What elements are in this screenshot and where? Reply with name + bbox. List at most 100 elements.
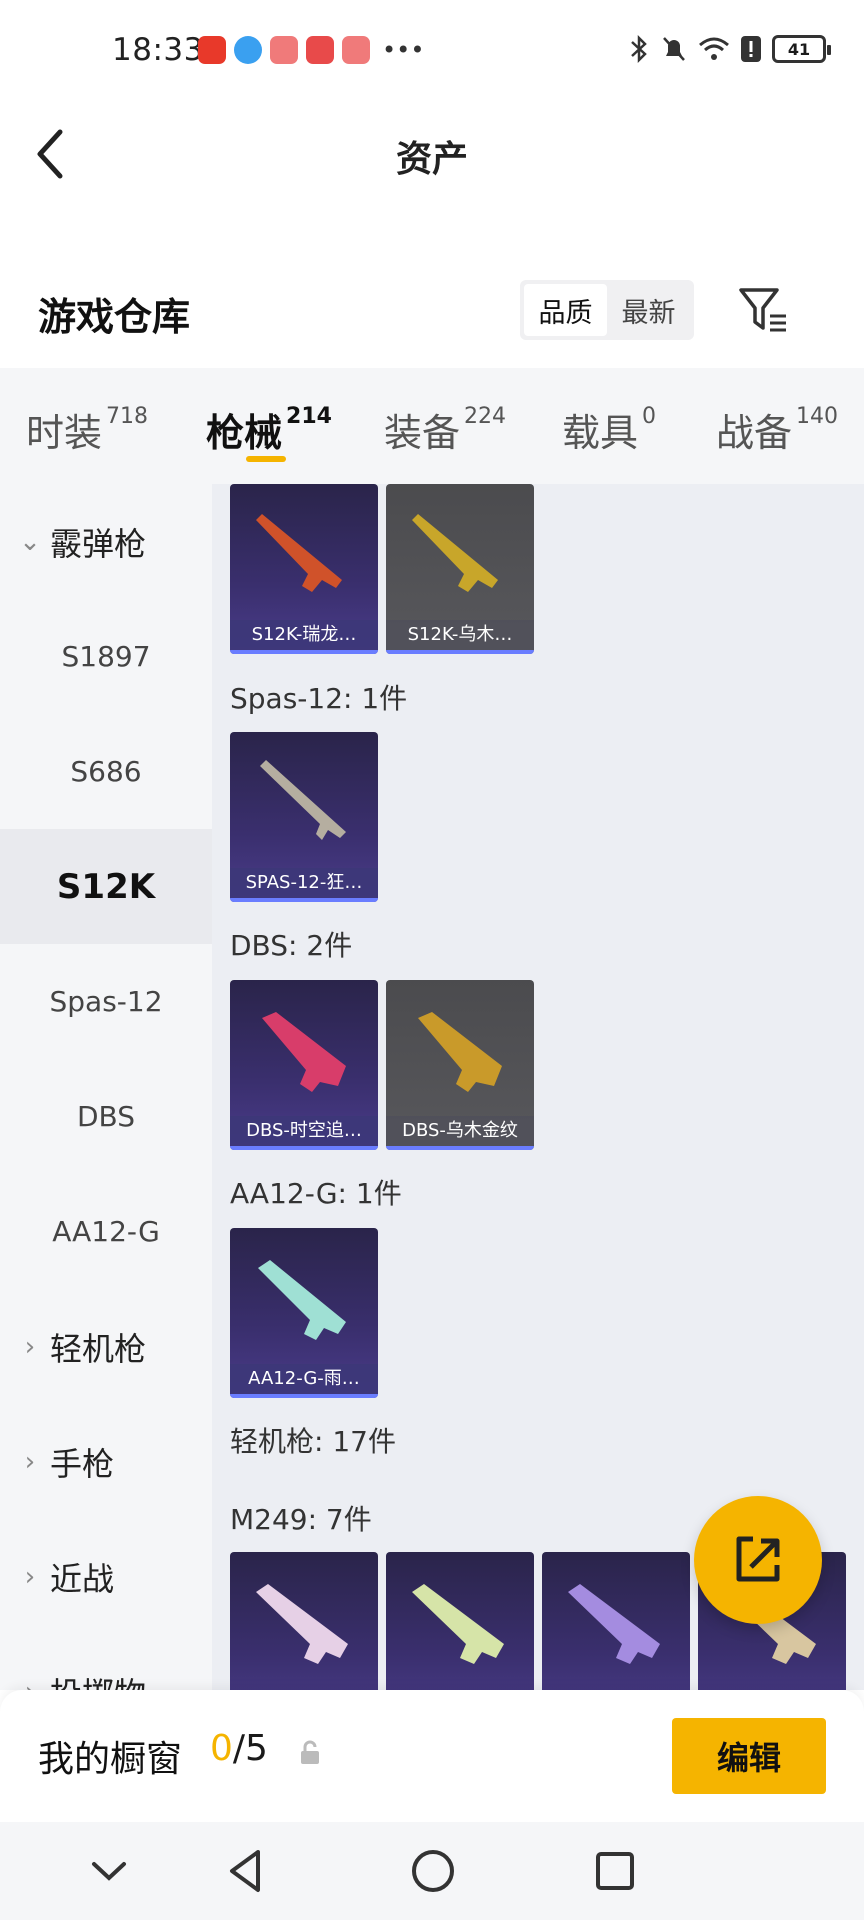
tab-supplies[interactable]: 战备 140 bbox=[716, 402, 838, 457]
tab-equipment[interactable]: 装备 224 bbox=[384, 402, 506, 457]
skin-card[interactable]: DBS-时空追… bbox=[230, 980, 378, 1150]
square-recents-icon bbox=[596, 1852, 634, 1890]
more-notifications-icon: ••• bbox=[382, 36, 425, 64]
filter-button[interactable] bbox=[738, 286, 790, 336]
skin-card[interactable]: DBS-乌木金纹 bbox=[386, 980, 534, 1150]
bluetooth-icon bbox=[631, 34, 647, 64]
huawei-app-icon bbox=[198, 36, 226, 64]
nav-recents-button[interactable] bbox=[590, 1846, 640, 1896]
chevron-right-icon: › bbox=[24, 1331, 36, 1362]
group-label: DBS: 2件 bbox=[230, 929, 353, 962]
sidebar-item-s686[interactable]: S686 bbox=[0, 714, 212, 829]
edit-button[interactable]: 编辑 bbox=[672, 1718, 826, 1794]
tab-label: 枪械 bbox=[206, 411, 283, 455]
skin-card[interactable]: AA12-G-雨… bbox=[230, 1228, 378, 1398]
sidebar-item-lmg[interactable]: › 轻机枪 bbox=[0, 1289, 212, 1404]
tab-label: 战备 bbox=[716, 411, 793, 455]
showcase-panel: 我的橱窗 0/5 编辑 bbox=[0, 1690, 864, 1822]
sidebar-item-dbs[interactable]: DBS bbox=[0, 1059, 212, 1174]
chevron-right-icon: › bbox=[24, 1561, 36, 1592]
tab-firearms[interactable]: 枪械 214 bbox=[206, 402, 332, 457]
sidebar-item-label: AA12-G bbox=[52, 1215, 160, 1248]
sidebar-item-label: S686 bbox=[70, 755, 142, 788]
skin-card[interactable]: S12K-瑞龙… bbox=[230, 484, 378, 654]
sidebar-item-aa12g[interactable]: AA12-G bbox=[0, 1174, 212, 1289]
rarity-bar bbox=[230, 898, 378, 902]
sidebar-item-label: 近战 bbox=[50, 1559, 115, 1598]
nav-back-button[interactable] bbox=[222, 1846, 272, 1896]
showcase-current: 0 bbox=[210, 1728, 233, 1769]
machine-gun-icon bbox=[412, 1584, 504, 1664]
douyin-app-icon-2 bbox=[342, 36, 370, 64]
chevron-down-icon bbox=[92, 1862, 126, 1881]
group-label: Spas-12: 1件 bbox=[230, 682, 408, 715]
group-label: M249: 7件 bbox=[230, 1503, 372, 1536]
sidebar-item-spas12[interactable]: Spas-12 bbox=[0, 944, 212, 1059]
shotgun-icon bbox=[260, 760, 346, 840]
tab-fashion[interactable]: 时装 718 bbox=[26, 402, 148, 457]
rarity-bar bbox=[386, 650, 534, 654]
active-tab-indicator bbox=[246, 456, 286, 462]
sidebar-item-melee[interactable]: › 近战 bbox=[0, 1519, 212, 1634]
skin-card[interactable] bbox=[230, 1552, 378, 1690]
tab-count: 718 bbox=[106, 404, 149, 429]
sort-quality-button[interactable]: 品质 bbox=[524, 284, 607, 336]
skin-name: S12K-瑞龙… bbox=[230, 620, 378, 650]
battery-indicator: 41 bbox=[772, 35, 831, 63]
sidebar-item-label: 霰弹枪 bbox=[50, 524, 147, 563]
skin-card[interactable]: S12K-乌木… bbox=[386, 484, 534, 654]
triangle-back-icon bbox=[230, 1850, 260, 1892]
sidebar-item-label: Spas-12 bbox=[49, 985, 163, 1018]
share-button[interactable] bbox=[694, 1496, 822, 1624]
machine-gun-icon bbox=[256, 1584, 348, 1664]
rarity-bar bbox=[230, 1394, 378, 1398]
system-navigation-bar bbox=[0, 1822, 864, 1920]
sidebar-item-label: 轻机枪 bbox=[50, 1329, 147, 1368]
sidebar-item-pistol[interactable]: › 手枪 bbox=[0, 1404, 212, 1519]
shotgun-icon bbox=[262, 1012, 346, 1092]
skin-card[interactable]: SPAS-12-狂… bbox=[230, 732, 378, 902]
tab-count: 0 bbox=[642, 404, 657, 429]
douyin-app-icon bbox=[270, 36, 298, 64]
skin-card[interactable] bbox=[542, 1552, 690, 1690]
sidebar-item-shotgun[interactable]: ⌄ 霰弹枪 bbox=[0, 484, 212, 599]
circle-home-icon bbox=[412, 1850, 454, 1892]
nav-collapse-button[interactable] bbox=[84, 1846, 134, 1896]
sidebar-item-label: 投掷物 bbox=[50, 1669, 146, 1691]
tab-count: 214 bbox=[286, 404, 332, 429]
wifi-icon bbox=[699, 37, 729, 60]
browser-app-icon bbox=[234, 36, 262, 64]
share-icon bbox=[736, 1536, 780, 1582]
category-tabs: 时装 718 枪械 214 装备 224 载具 0 战备 140 bbox=[0, 368, 864, 484]
skin-name: DBS-时空追… bbox=[230, 1116, 378, 1146]
chevron-down-icon: ⌄ bbox=[19, 526, 41, 557]
nav-home-button[interactable] bbox=[408, 1846, 458, 1896]
rarity-bar bbox=[386, 1146, 534, 1150]
group-label: AA12-G: 1件 bbox=[230, 1177, 402, 1210]
shotgun-icon bbox=[258, 1260, 346, 1340]
chevron-right-icon: › bbox=[18, 1677, 42, 1691]
showcase-total: /5 bbox=[232, 1728, 268, 1769]
sidebar-item-label: DBS bbox=[76, 1100, 136, 1133]
chevron-right-icon: › bbox=[24, 1446, 36, 1477]
tab-vehicles[interactable]: 载具 0 bbox=[562, 402, 656, 457]
machine-gun-icon bbox=[568, 1584, 660, 1664]
status-time: 18:33 bbox=[112, 32, 204, 68]
tab-count: 140 bbox=[796, 404, 839, 429]
tab-label: 时装 bbox=[26, 411, 103, 455]
sidebar-item-throwables[interactable]: › 投掷物 bbox=[0, 1634, 212, 1691]
mute-bell-icon bbox=[663, 37, 685, 61]
skin-card[interactable] bbox=[386, 1552, 534, 1690]
sort-newest-button[interactable]: 最新 bbox=[607, 284, 690, 336]
sidebar-item-s12k[interactable]: S12K bbox=[0, 829, 212, 944]
page-header: 资产 bbox=[0, 100, 864, 210]
weapon-type-sidebar: ⌄ 霰弹枪 S1897 S686 S12K Spas-12 DBS AA12-G… bbox=[0, 484, 212, 1690]
skin-name: AA12-G-雨… bbox=[230, 1364, 378, 1394]
gift-app-icon bbox=[306, 36, 334, 64]
sidebar-item-label: S12K bbox=[56, 866, 156, 907]
warehouse-row: 游戏仓库 品质 最新 bbox=[0, 268, 864, 358]
sidebar-item-s1897[interactable]: S1897 bbox=[0, 599, 212, 714]
page-title: 资产 bbox=[395, 139, 468, 180]
filter-icon bbox=[739, 288, 786, 332]
showcase-count: 0/5 bbox=[210, 1728, 268, 1769]
